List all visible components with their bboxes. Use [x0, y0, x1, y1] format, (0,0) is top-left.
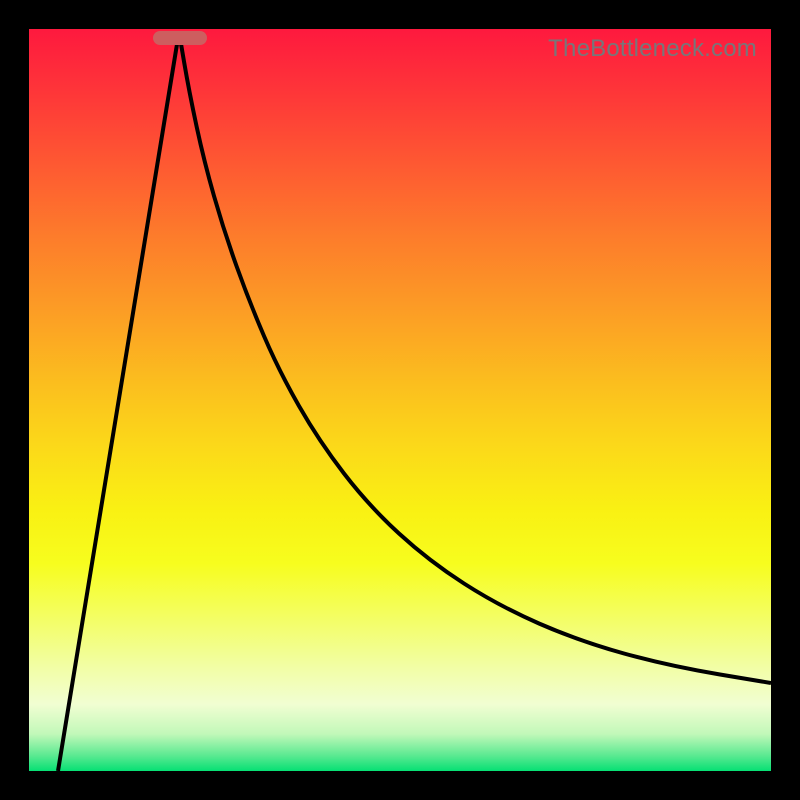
bottleneck-marker — [153, 31, 207, 45]
left-line — [58, 32, 179, 771]
plot-area: TheBottleneck.com — [29, 29, 771, 771]
curve-layer — [29, 29, 771, 771]
right-curve — [179, 32, 771, 683]
chart-frame: TheBottleneck.com — [0, 0, 800, 800]
